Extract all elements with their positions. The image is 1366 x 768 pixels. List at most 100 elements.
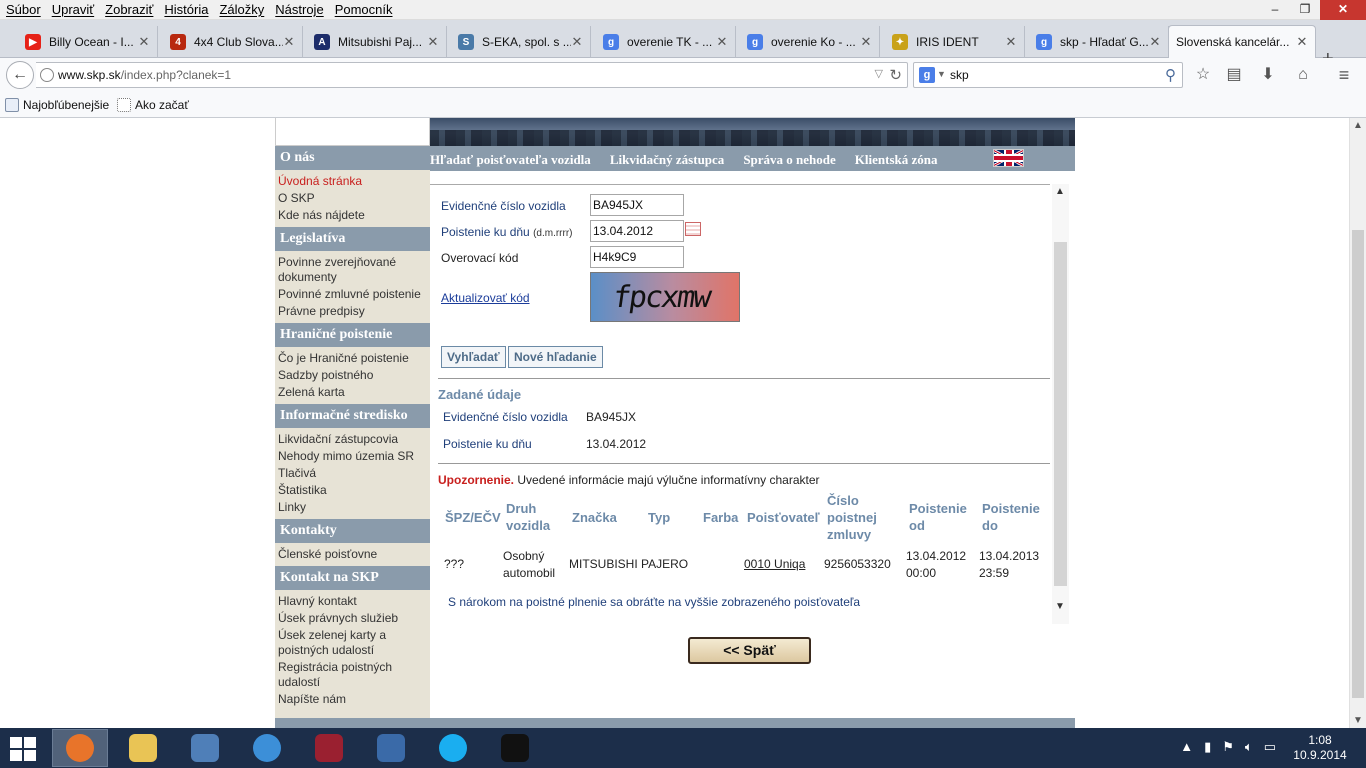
sidebar-item[interactable]: Napíšte nám bbox=[275, 691, 430, 708]
menu-edit[interactable]: Upraviť bbox=[52, 2, 94, 17]
frame-scrollbar[interactable]: ▲ ▼ bbox=[1052, 184, 1069, 624]
sidebar-heading[interactable]: Informačné stredisko bbox=[275, 404, 430, 428]
sidebar-item[interactable]: Linky bbox=[275, 499, 430, 516]
sidebar-heading[interactable]: Kontakty bbox=[275, 519, 430, 543]
url-bar[interactable]: www.skp.sk/index.php?clanek=1 ▽ ↻ bbox=[36, 62, 908, 88]
menu-history[interactable]: História bbox=[164, 2, 208, 17]
close-tab-icon[interactable]: ✕ bbox=[427, 34, 439, 50]
taskbar-app[interactable] bbox=[301, 729, 357, 767]
search-button[interactable]: Vyhľadať bbox=[441, 346, 506, 368]
sidebar-item[interactable]: Čo je Hraničné poistenie bbox=[275, 350, 430, 367]
verification-code-input[interactable]: H4k9C9 bbox=[590, 246, 684, 268]
tab-0[interactable]: ▶ Billy Ocean - I... ✕ bbox=[18, 26, 158, 58]
taskbar-app[interactable] bbox=[425, 729, 481, 767]
maximize-button[interactable]: ❐ bbox=[1290, 0, 1320, 20]
start-button-windows-icon[interactable] bbox=[10, 737, 38, 761]
nav-find-insurer[interactable]: Hľadať poisťovateľa vozidla bbox=[430, 152, 591, 168]
sidebar-heading[interactable]: O nás bbox=[275, 146, 430, 170]
new-search-button[interactable]: Nové hľadanie bbox=[508, 346, 603, 368]
scroll-up-icon[interactable]: ▲ bbox=[1353, 120, 1363, 131]
home-icon[interactable]: ⌂ bbox=[1292, 64, 1314, 86]
scroll-down-icon[interactable]: ▼ bbox=[1353, 715, 1363, 726]
insurer-link[interactable]: 0010 Uniqa bbox=[744, 556, 805, 573]
close-tab-icon[interactable]: ✕ bbox=[571, 34, 583, 50]
scroll-up-icon[interactable]: ▲ bbox=[1055, 186, 1065, 197]
scroll-thumb[interactable] bbox=[1054, 242, 1067, 586]
tray-chevron-icon[interactable]: ▲ bbox=[1180, 739, 1193, 755]
scroll-thumb[interactable] bbox=[1352, 230, 1364, 698]
sidebar-item[interactable]: Kde nás nájdete bbox=[275, 207, 430, 224]
refresh-code-link[interactable]: Aktualizovať kód bbox=[441, 291, 530, 305]
taskbar-app[interactable] bbox=[177, 729, 233, 767]
english-flag-icon[interactable] bbox=[993, 149, 1024, 167]
volume-icon[interactable]: 🔈︎ bbox=[1245, 739, 1253, 755]
close-tab-icon[interactable]: ✕ bbox=[1005, 34, 1017, 50]
sidebar-item[interactable]: Členské poisťovne bbox=[275, 546, 430, 563]
menu-tools[interactable]: Nástroje bbox=[275, 2, 323, 17]
tab-5[interactable]: g overenie Ko - ... ✕ bbox=[740, 26, 880, 58]
tab-6[interactable]: ✦ IRIS IDENT ✕ bbox=[885, 26, 1025, 58]
close-tab-icon[interactable]: ✕ bbox=[1296, 34, 1308, 50]
calendar-icon[interactable] bbox=[685, 222, 701, 236]
hamburger-menu-icon[interactable]: ≡ bbox=[1333, 64, 1355, 86]
sidebar-heading[interactable]: Legislatíva bbox=[275, 227, 430, 251]
nav-claims-agent[interactable]: Likvidačný zástupca bbox=[610, 152, 725, 168]
search-icon[interactable]: ⚲ bbox=[1165, 66, 1176, 84]
date-input[interactable]: 13.04.2012 bbox=[590, 220, 684, 242]
history-dropdown-icon[interactable]: ▽ bbox=[875, 67, 883, 80]
tab-2[interactable]: A Mitsubishi Paj... ✕ bbox=[307, 26, 447, 58]
bookmark-getting-started[interactable]: Ako začať bbox=[117, 98, 189, 112]
sidebar-item[interactable]: Úsek zelenej karty a poistných udalostí bbox=[275, 627, 430, 659]
tab-3[interactable]: S S-EKA, spol. s ... ✕ bbox=[451, 26, 591, 58]
sidebar-item[interactable]: Hlavný kontakt bbox=[275, 593, 430, 610]
reload-icon[interactable]: ↻ bbox=[889, 66, 902, 84]
sidebar-item[interactable]: Zelená karta bbox=[275, 384, 430, 401]
taskbar-app[interactable] bbox=[239, 729, 295, 767]
taskbar-app[interactable] bbox=[115, 729, 171, 767]
bookmarks-list-icon[interactable]: ▤ bbox=[1223, 64, 1245, 86]
close-tab-icon[interactable]: ✕ bbox=[1149, 34, 1161, 50]
sidebar-item[interactable]: O SKP bbox=[275, 190, 430, 207]
close-window-button[interactable]: ✕ bbox=[1320, 0, 1366, 20]
clock[interactable]: 1:08 10.9.2014 bbox=[1290, 733, 1350, 763]
nav-accident-report[interactable]: Správa o nehode bbox=[743, 152, 835, 168]
tab-1[interactable]: 4 4x4 Club Slova... ✕ bbox=[163, 26, 303, 58]
network-icon[interactable]: ▮ bbox=[1204, 739, 1211, 755]
power-icon[interactable]: ▭ bbox=[1264, 739, 1276, 755]
flag-icon[interactable]: ⚑ bbox=[1222, 739, 1234, 755]
search-input[interactable]: skp bbox=[950, 68, 969, 82]
search-engine-dropdown-icon[interactable]: ▼ bbox=[937, 69, 946, 79]
site-logo[interactable] bbox=[275, 118, 430, 146]
back-button-spat[interactable]: << Späť bbox=[688, 637, 811, 664]
sidebar-item[interactable]: Povinne zverejňované dokumenty bbox=[275, 254, 430, 286]
sidebar-item[interactable]: Štatistika bbox=[275, 482, 430, 499]
bookmark-star-icon[interactable]: ☆ bbox=[1192, 64, 1214, 86]
sidebar-item[interactable]: Registrácia poistných udalostí bbox=[275, 659, 430, 691]
sidebar-item[interactable]: Nehody mimo územia SR bbox=[275, 448, 430, 465]
scroll-down-icon[interactable]: ▼ bbox=[1055, 601, 1065, 612]
tab-4[interactable]: g overenie TK - ... ✕ bbox=[596, 26, 736, 58]
menu-file[interactable]: Súbor bbox=[6, 2, 41, 17]
back-button[interactable]: ← bbox=[6, 61, 34, 89]
download-icon[interactable]: ⬇ bbox=[1257, 64, 1279, 86]
google-icon[interactable]: g bbox=[919, 67, 935, 83]
close-tab-icon[interactable]: ✕ bbox=[716, 34, 728, 50]
close-tab-icon[interactable]: ✕ bbox=[283, 34, 295, 50]
minimize-button[interactable]: ‒ bbox=[1260, 0, 1290, 20]
search-bar[interactable]: g ▼ skp ⚲ bbox=[913, 62, 1183, 88]
menu-bookmarks[interactable]: Záložky bbox=[219, 2, 264, 17]
bookmark-most-visited[interactable]: Najobľúbenejšie bbox=[5, 98, 109, 112]
menu-help[interactable]: Pomocník bbox=[335, 2, 393, 17]
ecv-input[interactable]: BA945JX bbox=[590, 194, 684, 216]
close-tab-icon[interactable]: ✕ bbox=[860, 34, 872, 50]
sidebar-heading[interactable]: Kontakt na SKP bbox=[275, 566, 430, 590]
taskbar-app[interactable] bbox=[52, 729, 108, 767]
menu-view[interactable]: Zobraziť bbox=[105, 2, 153, 17]
sidebar-heading[interactable]: Hraničné poistenie bbox=[275, 323, 430, 347]
tab-7[interactable]: g skp - Hľadať G... ✕ bbox=[1029, 26, 1169, 58]
sidebar-item[interactable]: Tlačivá bbox=[275, 465, 430, 482]
sidebar-item[interactable]: Povinné zmluvné poistenie bbox=[275, 286, 430, 303]
sidebar-item[interactable]: Právne predpisy bbox=[275, 303, 430, 320]
sidebar-item[interactable]: Likvidační zástupcovia bbox=[275, 431, 430, 448]
close-tab-icon[interactable]: ✕ bbox=[138, 34, 150, 50]
